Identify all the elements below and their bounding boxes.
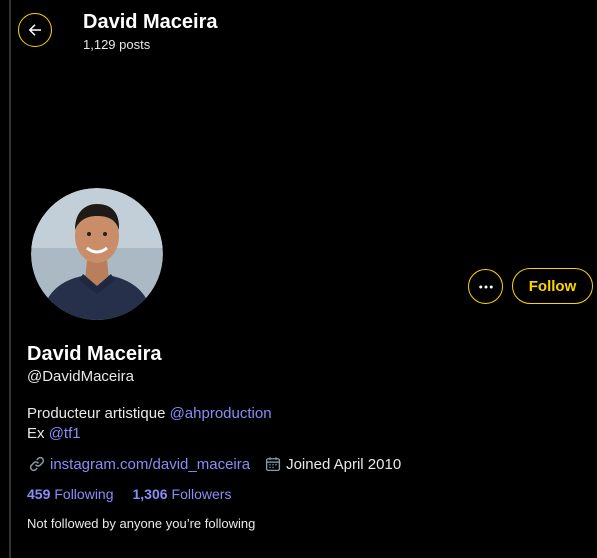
profile-meta-row: instagram.com/david_maceira Joined April… (28, 454, 401, 474)
bio-text: Producteur artistique (27, 405, 170, 422)
arrow-left-icon (28, 24, 41, 36)
following-link[interactable]: 459 Following (27, 486, 114, 502)
website-link[interactable]: instagram.com/david_maceira (50, 456, 250, 473)
bio-line-2: Ex @tf1 (27, 424, 272, 444)
website-item: instagram.com/david_maceira (28, 455, 250, 473)
header-posts-count: 1,129 posts (83, 37, 151, 52)
following-label: Following (54, 486, 114, 502)
joined-item: Joined April 2010 (264, 455, 401, 473)
followers-count: 1,306 (132, 486, 168, 502)
bio-mention-link[interactable]: @tf1 (49, 425, 81, 442)
follow-button[interactable]: Follow (512, 268, 593, 304)
link-icon (29, 456, 45, 472)
followers-link[interactable]: 1,306 Followers (133, 486, 232, 502)
header-profile-name: David Maceira (83, 11, 218, 33)
more-options-button[interactable] (468, 269, 503, 304)
column-border (9, 0, 11, 558)
follow-stats: 459 Following 1,306 Followers (27, 486, 250, 502)
not-followed-notice: Not followed by anyone you’re following (27, 516, 256, 531)
profile-bio: Producteur artistique @ahproduction Ex @… (27, 404, 272, 444)
more-horizontal-icon (478, 285, 493, 288)
profile-header-bar: David Maceira 1,129 posts (0, 0, 597, 60)
following-count: 459 (27, 486, 51, 502)
back-button[interactable] (18, 13, 52, 47)
profile-handle: @DavidMaceira (27, 368, 134, 385)
profile-display-name: David Maceira (27, 343, 162, 365)
avatar[interactable] (28, 185, 166, 323)
bio-text: Ex (27, 425, 49, 442)
calendar-icon (266, 457, 281, 472)
bio-mention-link[interactable]: @ahproduction (170, 405, 272, 422)
bio-line-1: Producteur artistique @ahproduction (27, 404, 272, 424)
avatar-photo (31, 188, 163, 320)
joined-date: Joined April 2010 (286, 455, 402, 473)
followers-label: Followers (171, 486, 232, 502)
